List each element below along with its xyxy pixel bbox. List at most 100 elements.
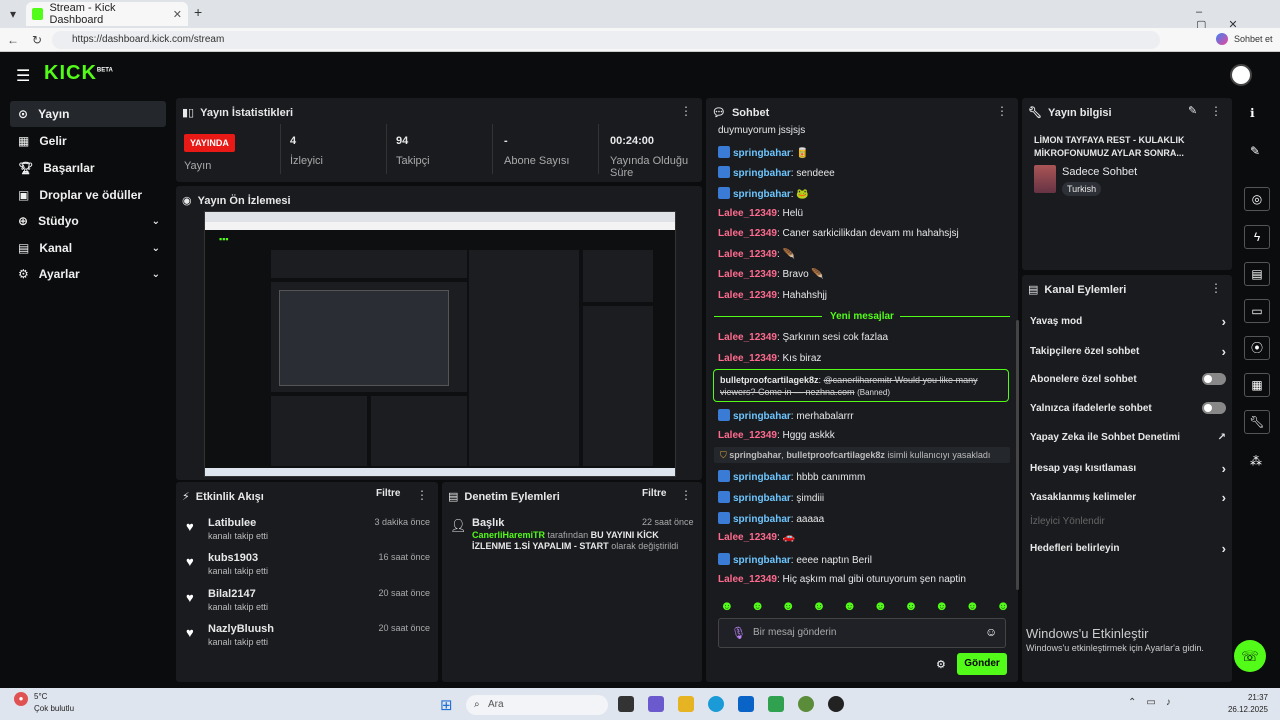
- reload-icon[interactable]: ↻: [28, 28, 46, 52]
- action-set-goals[interactable]: Hedefleri belirleyin ›: [1030, 541, 1226, 556]
- chat-scrollbar[interactable]: [1016, 320, 1019, 590]
- chat-settings-icon[interactable]: ⚙: [936, 658, 946, 671]
- emote-icon: ☻: [720, 598, 734, 613]
- support-chat-icon[interactable]: ☏: [1234, 640, 1266, 672]
- sidebar-item-studyo[interactable]: ⊕ Stüdyo ⌄: [10, 208, 166, 234]
- camera-icon[interactable]: ◎: [1244, 187, 1270, 211]
- chat-message: springbahar: 🐸: [718, 187, 809, 200]
- chat-message: Lalee_12349: Bravo 🪶: [718, 269, 824, 280]
- heart-icon: ♥: [186, 590, 194, 605]
- chat-message: Lalee_12349: Kıs biraz: [718, 353, 822, 364]
- action-slow-mode[interactable]: Yavaş mod ›: [1030, 314, 1226, 329]
- kebab-menu-icon[interactable]: ⋮: [1210, 104, 1222, 118]
- stream-preview[interactable]: ▪▪▪: [204, 211, 676, 477]
- chevron-right-icon: ›: [1221, 344, 1226, 359]
- kebab-menu-icon[interactable]: ⋮: [996, 104, 1008, 118]
- nodes-icon[interactable]: ⁂: [1250, 454, 1262, 468]
- chevron-right-icon: ›: [1221, 541, 1226, 556]
- app-icon[interactable]: [768, 696, 784, 712]
- broadcast-icon: ⊙: [18, 107, 29, 121]
- app-icon[interactable]: [648, 696, 664, 712]
- subs-label: Abone Sayısı: [504, 155, 570, 167]
- emote-icon: ☻: [965, 598, 980, 613]
- obs-icon[interactable]: [828, 696, 844, 712]
- message-icon[interactable]: ▭: [1244, 299, 1270, 323]
- windows-activate-title: Windows'u Etkinleştir: [1026, 626, 1149, 641]
- windows-taskbar: [0, 688, 1280, 720]
- document-icon[interactable]: ▤: [1244, 262, 1270, 286]
- chat-message: Lalee_12349: Caner sarkicilikdan devam m…: [718, 228, 959, 239]
- sidebar-item-ayarlar[interactable]: ⚙ Ayarlar ⌄: [10, 261, 166, 287]
- broadcast-icon[interactable]: ⦿: [1244, 336, 1270, 360]
- taskbar-search[interactable]: ⌕ Ara: [466, 695, 608, 715]
- url-field[interactable]: https://dashboard.kick.com/stream: [52, 31, 1160, 49]
- microphone-icon[interactable]: 🎙︎: [731, 626, 746, 640]
- toggle-switch: [1202, 373, 1226, 385]
- moderator-badge-icon: [718, 166, 730, 178]
- lightning-icon[interactable]: ϟ: [1244, 225, 1270, 249]
- chevron-right-icon: ›: [1221, 314, 1226, 329]
- chat-message: springbahar: merhabalarrr: [718, 409, 854, 422]
- action-banned-words[interactable]: Yasaklanmış kelimeler ›: [1030, 490, 1226, 505]
- action-ai-moderation[interactable]: Yapay Zeka ile Sohbet Denetimi ↗: [1030, 432, 1226, 443]
- windows-activate-sub: Windows'u etkinleştirmek için Ayarlar'a …: [1026, 643, 1204, 653]
- action-followers-only[interactable]: Takipçilere özel sohbet ›: [1030, 344, 1226, 359]
- kebab-menu-icon[interactable]: ⋮: [416, 488, 428, 502]
- uptime-label: Yayında Olduğu Süre: [610, 155, 689, 179]
- banned-message[interactable]: bulletproofcartilagek8z: @canerliharemit…: [713, 369, 1009, 402]
- action-subscribers-only[interactable]: Abonelere özel sohbet: [1030, 373, 1226, 385]
- copilot-icon[interactable]: [1216, 33, 1228, 45]
- moderation-filter-button[interactable]: Filtre: [642, 488, 666, 499]
- wrench-icon[interactable]: 🔧︎: [1244, 410, 1270, 434]
- edit-icon[interactable]: ✎: [1188, 104, 1197, 117]
- send-button[interactable]: Gönder: [957, 653, 1007, 675]
- kebab-menu-icon[interactable]: ⋮: [680, 104, 692, 118]
- sidebar-item-yayin[interactable]: ⊙ Yayın: [10, 101, 166, 127]
- app-icon[interactable]: [798, 696, 814, 712]
- avatar[interactable]: [1230, 64, 1252, 86]
- action-account-age[interactable]: Hesap yaşı kısıtlaması ›: [1030, 461, 1226, 476]
- new-tab-icon[interactable]: +: [194, 4, 202, 20]
- mail-icon[interactable]: [738, 696, 754, 712]
- close-tab-icon[interactable]: ✕: [173, 8, 182, 21]
- windows-start-icon[interactable]: ⊞: [440, 696, 453, 714]
- kebab-menu-icon[interactable]: ⋮: [1210, 281, 1222, 295]
- browser-tab[interactable]: Stream - Kick Dashboard ✕: [26, 2, 188, 26]
- chat-input[interactable]: 🎙︎ Bir mesaj gönderin ☺: [718, 618, 1006, 648]
- heart-icon: ♥: [186, 625, 194, 640]
- kebab-menu-icon[interactable]: ⋮: [680, 488, 692, 502]
- heart-icon: ♥: [186, 554, 194, 569]
- ban-notice: ⛉ springbahar, bulletproofcartilagek8z i…: [714, 447, 1010, 463]
- back-icon[interactable]: ←: [4, 28, 22, 52]
- sidebar-item-kanal[interactable]: ▤ Kanal ⌄: [10, 235, 166, 261]
- layout-icon[interactable]: ▦: [1244, 373, 1270, 397]
- viewers-label: İzleyici: [290, 155, 324, 167]
- file-explorer-icon[interactable]: [678, 696, 694, 712]
- kick-logo[interactable]: KICKBETA: [44, 62, 113, 85]
- emote-icon: ☻: [750, 598, 765, 613]
- pencil-icon[interactable]: ✎: [1250, 144, 1260, 158]
- chat-input-placeholder: Bir mesaj gönderin: [753, 627, 837, 638]
- chat-message: Lalee_12349: 🪶: [718, 249, 795, 260]
- channel-icon: ▤: [18, 241, 30, 255]
- copilot-label[interactable]: Sohbet et: [1234, 34, 1273, 44]
- chat-message: springbahar: hbbb canımmm: [718, 470, 865, 483]
- hamburger-icon[interactable]: ☰: [16, 66, 30, 86]
- emote-bar[interactable]: ☻ ☻ ☻ ☻ ☻ ☻ ☻ ☻ ☻ ☻: [720, 598, 1010, 613]
- moderator-badge-icon: [718, 491, 730, 503]
- task-view-icon[interactable]: [618, 696, 634, 712]
- tray-icons[interactable]: ⌃▭♪: [1128, 697, 1181, 708]
- chevron-down-icon: ⌄: [151, 242, 160, 254]
- info-icon[interactable]: ℹ: [1250, 106, 1255, 120]
- tab-menu-icon[interactable]: ▾: [4, 2, 22, 26]
- weather-icon[interactable]: ●: [14, 692, 28, 706]
- sidebar-item-gelir[interactable]: ▦ Gelir: [10, 128, 166, 154]
- emoji-icon[interactable]: ☺: [985, 625, 997, 639]
- new-messages-divider[interactable]: Yeni mesajlar: [830, 311, 894, 322]
- action-emotes-only[interactable]: Yalnızca ifadelerle sohbet: [1030, 402, 1226, 414]
- category-name: Sadece Sohbet: [1062, 166, 1138, 178]
- activity-filter-button[interactable]: Filtre: [376, 488, 400, 499]
- edge-icon[interactable]: [708, 696, 724, 712]
- sidebar-item-basarilar[interactable]: 🏆︎ Başarılar: [10, 155, 166, 181]
- sidebar-item-droplar[interactable]: ▣ Droplar ve ödüller: [10, 182, 166, 208]
